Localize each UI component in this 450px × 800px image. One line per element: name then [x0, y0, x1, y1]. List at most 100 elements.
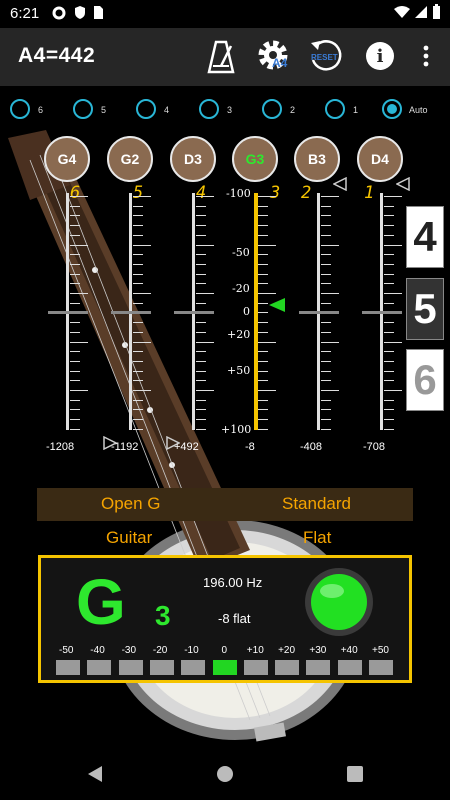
- meter-tick: [132, 215, 143, 217]
- meter-tick: [320, 205, 331, 207]
- meter-tick: [195, 254, 206, 256]
- meter-tick: [258, 215, 268, 217]
- out-of-range-marker-2: [333, 177, 347, 191]
- cents-value-6: -1208: [46, 441, 75, 453]
- note-button-g3[interactable]: G3: [232, 136, 278, 182]
- note-button-g4[interactable]: G4: [44, 136, 90, 182]
- metronome-icon[interactable]: [207, 40, 235, 74]
- status-time: 6:21: [10, 5, 40, 22]
- meter-tick: [258, 360, 268, 362]
- meter-tick: [383, 293, 402, 294]
- overflow-menu-icon[interactable]: [422, 45, 430, 67]
- tuning-guitar[interactable]: Guitar: [106, 528, 152, 548]
- cents-value-2: -408: [300, 441, 323, 453]
- reset-button[interactable]: RESET: [308, 38, 346, 76]
- meter-tick: [195, 370, 206, 372]
- meter-tick: [195, 428, 206, 430]
- meter-tick: [132, 399, 143, 401]
- radio-string-2[interactable]: [262, 99, 282, 119]
- instrument-5-string-button[interactable]: 5: [406, 278, 444, 340]
- meter-tick: [383, 322, 394, 324]
- meter-tick: [69, 205, 80, 207]
- meter-tick: [258, 322, 268, 324]
- recents-icon[interactable]: [346, 765, 364, 783]
- meter-tick: [132, 351, 143, 353]
- meter-tick: [320, 254, 331, 256]
- tuning-open-g[interactable]: Open G: [101, 494, 161, 514]
- meter-tick: [195, 273, 206, 275]
- meter-tick: [69, 428, 80, 430]
- reference-pitch-title[interactable]: A4=442: [18, 44, 95, 68]
- meter-tick: [258, 370, 268, 372]
- info-icon: i: [376, 45, 384, 67]
- note-button-b3[interactable]: B3: [294, 136, 340, 182]
- radio-string-4[interactable]: [136, 99, 156, 119]
- scale-label-plus100: +100: [221, 423, 252, 436]
- tuning-flat[interactable]: Flat: [303, 528, 331, 548]
- meter-tick: [258, 225, 268, 227]
- meter-tick: [195, 225, 206, 227]
- string-number-3: 3: [270, 183, 281, 203]
- zero-bar-1: [362, 311, 402, 314]
- meter-tick: [69, 196, 88, 197]
- instrument-6-string-button[interactable]: 6: [406, 349, 444, 411]
- meter-tick: [195, 351, 206, 353]
- meter-tick: [258, 312, 268, 314]
- meter-tick: [320, 322, 331, 324]
- info-button[interactable]: i: [366, 42, 394, 70]
- back-icon[interactable]: [86, 764, 104, 784]
- meter-tick: [69, 390, 88, 391]
- meter-tick: [320, 283, 331, 285]
- meter-tick: [69, 234, 80, 236]
- radio-string-3[interactable]: [199, 99, 219, 119]
- meter-tick: [383, 244, 402, 246]
- cents-segment: [56, 660, 80, 675]
- meter-tick: [69, 263, 80, 265]
- meter-tick: [383, 283, 394, 285]
- note-button-d3[interactable]: D3: [170, 136, 216, 182]
- meter-tick: [132, 341, 151, 343]
- radio-auto[interactable]: [382, 99, 402, 119]
- cents-segment: [275, 660, 300, 675]
- radio-string-1[interactable]: [325, 99, 345, 119]
- meter-tick: [195, 322, 206, 324]
- meter-tick: [132, 370, 143, 372]
- meter-tick: [132, 293, 151, 294]
- cents-segment-label: +40: [340, 645, 358, 656]
- meter-tick: [195, 409, 206, 411]
- string-number-5: 5: [133, 183, 144, 203]
- meter-tick: [69, 244, 88, 246]
- cents-segment: [369, 660, 393, 675]
- meter-tick: [69, 225, 80, 227]
- cents-segment-label: 0: [221, 645, 228, 656]
- settings-button[interactable]: A4: [256, 38, 296, 78]
- cents-segment: [306, 660, 331, 675]
- radio-string-6[interactable]: [10, 99, 30, 119]
- tuning-standard[interactable]: Standard: [282, 494, 351, 514]
- scale-label-plus20: +20: [227, 328, 251, 341]
- instrument-4-string-button[interactable]: 4: [406, 206, 444, 268]
- pitch-deviation: -8 flat: [218, 611, 251, 626]
- home-icon[interactable]: [215, 764, 235, 784]
- cents-segment-label: +30: [309, 645, 327, 656]
- meter-tick: [132, 234, 143, 236]
- note-button-g2[interactable]: G2: [107, 136, 153, 182]
- meter-tick: [383, 196, 402, 197]
- cents-segment: [181, 660, 206, 675]
- radio-string-5[interactable]: [73, 99, 93, 119]
- cents-value-4: +492: [174, 441, 199, 453]
- meter-tick: [195, 331, 206, 333]
- cents-segment-label: -50: [59, 645, 74, 656]
- note-button-d4[interactable]: D4: [357, 136, 403, 182]
- a4-badge: A4: [272, 56, 288, 70]
- meter-tick: [69, 399, 80, 401]
- meter-tick: [195, 302, 206, 304]
- meter-tick: [258, 380, 268, 382]
- meter-tick: [132, 254, 143, 256]
- meter-tick: [132, 196, 151, 197]
- meter-tick: [383, 234, 394, 236]
- cents-segment-label: -30: [121, 645, 137, 656]
- meter-tick: [132, 409, 143, 411]
- meter-tick: [320, 341, 339, 343]
- meter-tick: [69, 370, 80, 372]
